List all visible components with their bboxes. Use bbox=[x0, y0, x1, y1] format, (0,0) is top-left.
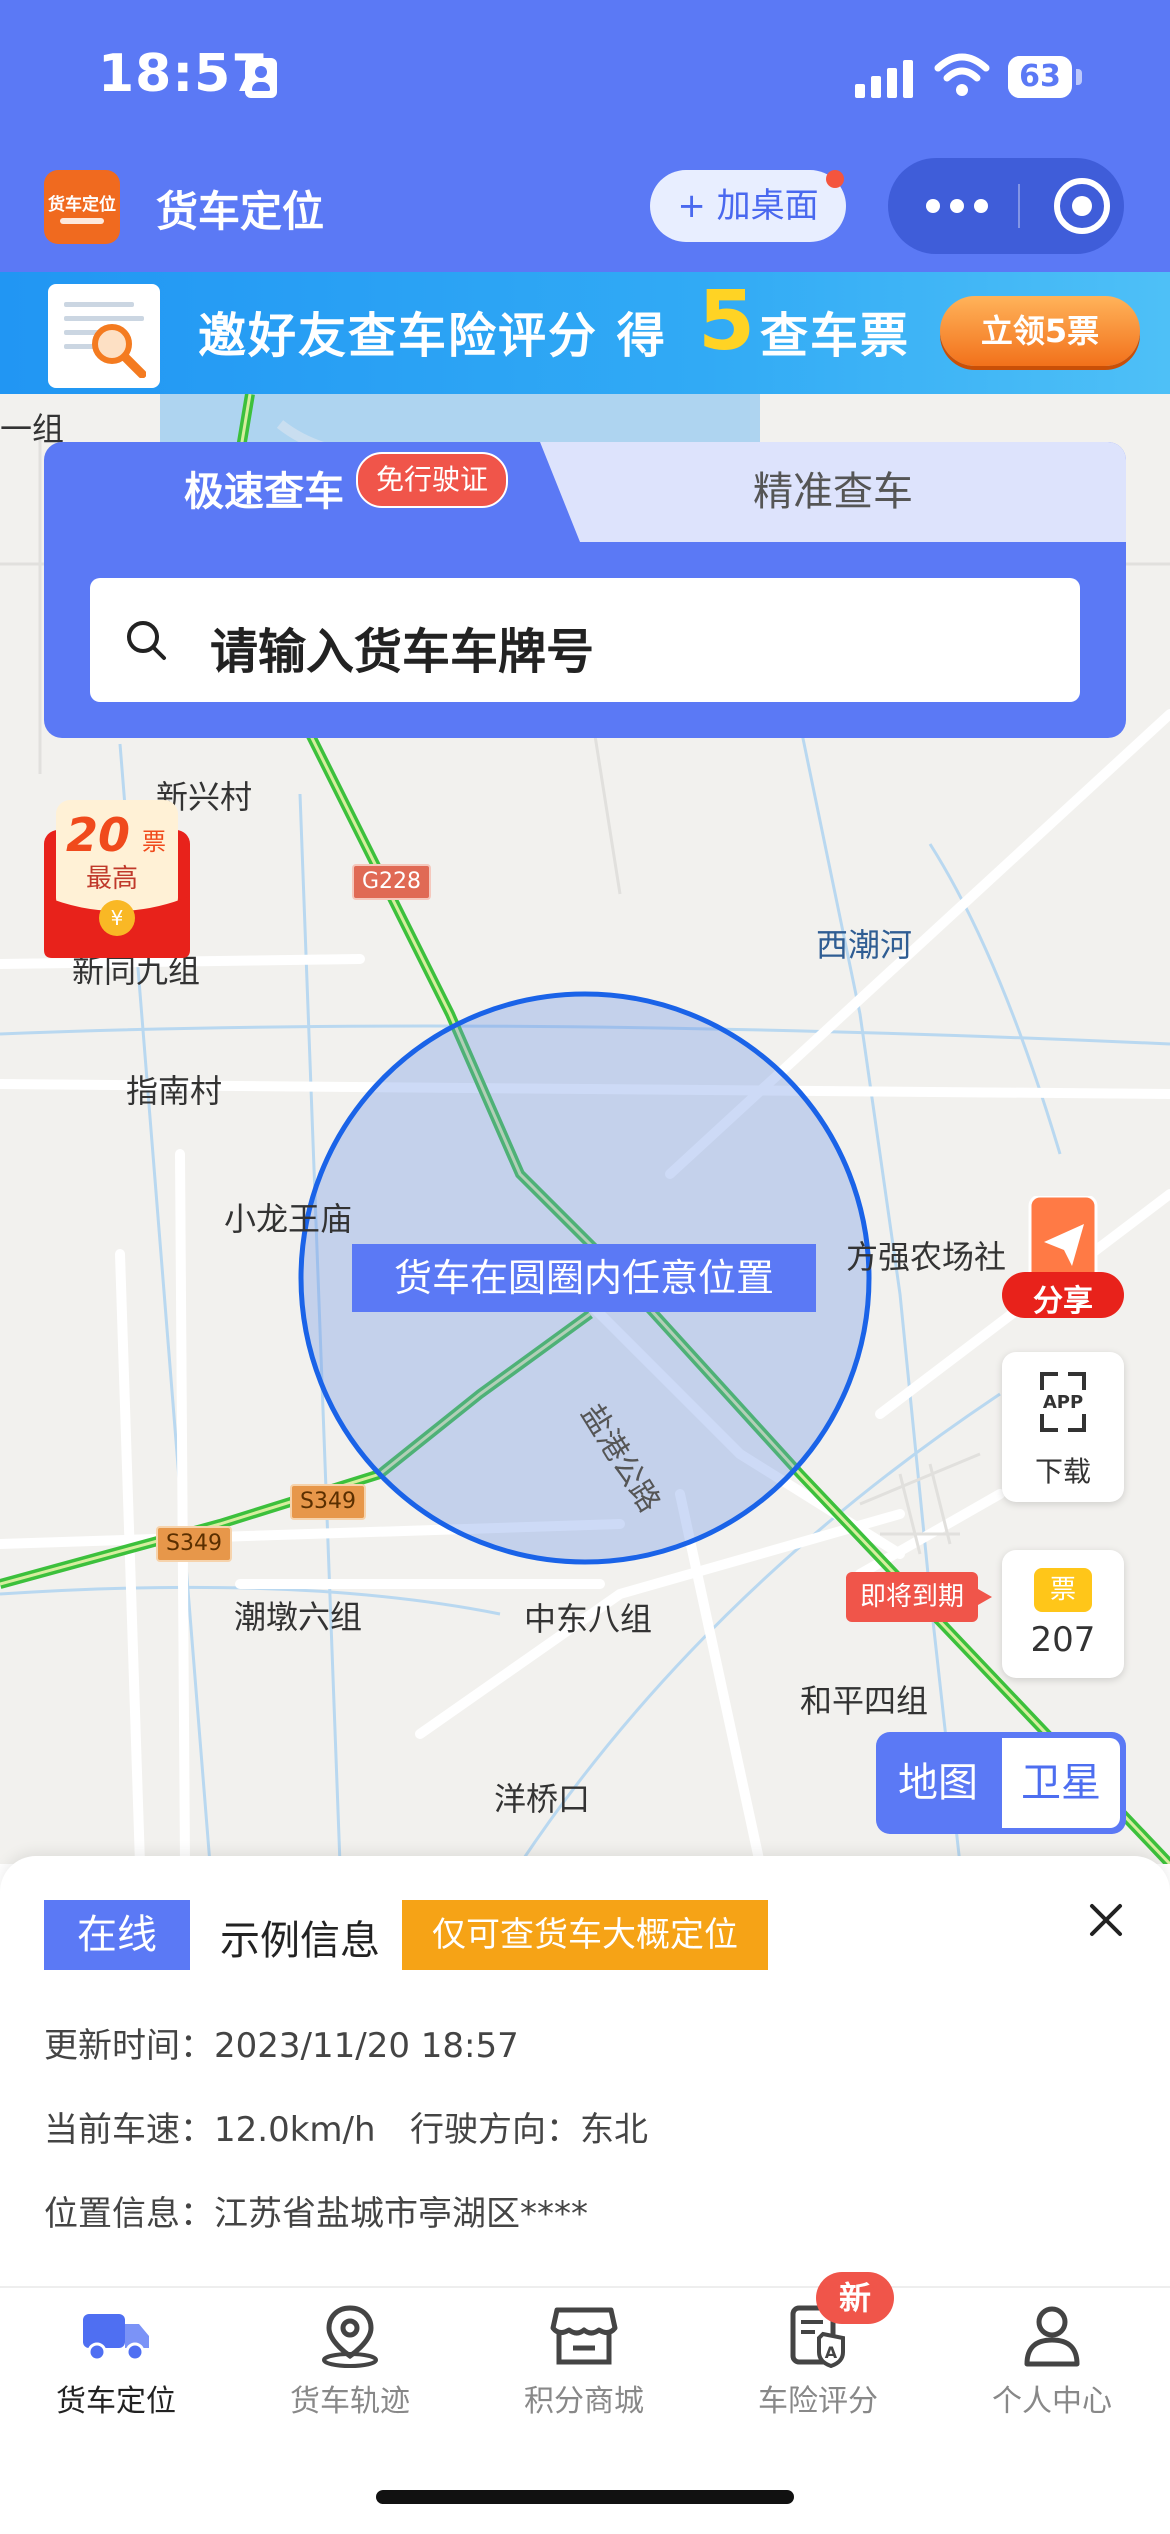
update-time: 更新时间：2023/11/20 18:57 bbox=[44, 2026, 519, 2066]
current-speed: 当前车速：12.0km/h bbox=[44, 2110, 376, 2150]
app-download-label: 下载 bbox=[1034, 1455, 1091, 1488]
banner-text-suffix: 查车票 bbox=[760, 308, 911, 364]
map-mode-button[interactable]: 地图 bbox=[876, 1732, 1000, 1834]
road-badge-s349: S349 bbox=[290, 1484, 366, 1520]
red-packet-caption: 最高 bbox=[86, 864, 139, 894]
app-title: 货车定位 bbox=[156, 187, 325, 236]
add-to-desktop-button[interactable]: + 加桌面 bbox=[650, 170, 846, 242]
red-packet-amount: 20 bbox=[66, 808, 131, 862]
no-license-badge: 免行驶证 bbox=[356, 452, 509, 508]
status-time: 18:57 bbox=[98, 44, 269, 104]
more-icon[interactable] bbox=[926, 196, 988, 216]
cellular-signal-icon bbox=[855, 58, 915, 98]
nav-item-points-mall[interactable]: 积分商城 bbox=[494, 2296, 674, 2426]
location-info: 位置信息：江苏省盐城市亭湖区**** bbox=[44, 2194, 588, 2234]
banner-text: 邀好友查车险评分 得 bbox=[198, 308, 667, 364]
wifi-icon bbox=[934, 53, 990, 96]
search-placeholder: 请输入货车车牌号 bbox=[210, 624, 595, 680]
app-logo: 货车定位 bbox=[44, 170, 120, 244]
svg-text:APP: APP bbox=[1043, 1392, 1083, 1413]
svg-text:¥: ¥ bbox=[111, 906, 124, 930]
driving-direction: 行驶方向：东北 bbox=[410, 2110, 648, 2150]
nav-item-truck-track[interactable]: 货车轨迹 bbox=[260, 2296, 440, 2426]
nav-label: 个人中心 bbox=[992, 2384, 1112, 2419]
ticket-icon: 票 bbox=[1034, 1568, 1092, 1612]
map-label: 和平四组 bbox=[800, 1682, 929, 1720]
share-button[interactable]: 分享 bbox=[1000, 1194, 1126, 1320]
map-label: 方强农场社 bbox=[846, 1238, 1007, 1276]
notification-dot bbox=[826, 170, 844, 188]
claim-tickets-button[interactable]: 立领5票 bbox=[940, 296, 1140, 366]
ticket-widget[interactable]: 票 207 bbox=[1002, 1550, 1124, 1678]
home-indicator bbox=[376, 2490, 794, 2504]
capsule-divider bbox=[1018, 184, 1020, 228]
nav-item-truck-location[interactable]: 货车定位 bbox=[26, 2296, 206, 2426]
share-label: 分享 bbox=[1033, 1284, 1093, 1319]
person-icon bbox=[245, 58, 277, 98]
example-label: 示例信息 bbox=[220, 1918, 380, 1964]
user-icon bbox=[1024, 2306, 1080, 2367]
map-label: 中东八组 bbox=[524, 1600, 653, 1638]
nav-label: 积分商城 bbox=[524, 2384, 644, 2419]
nav-label: 货车定位 bbox=[56, 2384, 176, 2419]
truck-icon bbox=[83, 2314, 149, 2362]
nav-label: 车险评分 bbox=[758, 2384, 878, 2419]
map-label: 西潮河 bbox=[816, 926, 913, 964]
map-label: 指南村 bbox=[126, 1072, 223, 1110]
location-pin-icon bbox=[322, 2305, 378, 2368]
expiring-tag: 即将到期 bbox=[846, 1572, 993, 1622]
circle-label: 货车在圆圈内任意位置 bbox=[352, 1244, 816, 1312]
map-label: 洋桥口 bbox=[494, 1780, 591, 1818]
map-type-toggle: 地图 卫星 bbox=[876, 1732, 1126, 1834]
red-packet-widget[interactable]: ¥ 20 票 最高 bbox=[44, 800, 190, 958]
app-download-icon: APP bbox=[1040, 1372, 1086, 1432]
nav-label: 货车轨迹 bbox=[290, 2384, 410, 2419]
satellite-mode-button[interactable]: 卫星 bbox=[1002, 1738, 1120, 1828]
search-icon bbox=[127, 621, 166, 660]
store-icon bbox=[550, 2307, 618, 2365]
close-miniprogram-icon[interactable] bbox=[1054, 178, 1110, 234]
road-badge-g228: G228 bbox=[352, 864, 432, 900]
nav-item-user-center[interactable]: 个人中心 bbox=[962, 2296, 1142, 2426]
battery-icon: 63 bbox=[1008, 56, 1082, 98]
svg-text:A: A bbox=[825, 2343, 838, 2362]
app-download-button[interactable]: APP 下载 bbox=[1002, 1352, 1124, 1502]
ticket-count: 207 bbox=[1030, 1620, 1096, 1660]
close-icon[interactable] bbox=[1086, 1900, 1126, 1940]
road-badge-s349: S349 bbox=[156, 1526, 232, 1562]
battery-level: 63 bbox=[1019, 59, 1061, 94]
new-badge: 新 bbox=[816, 2272, 894, 2324]
map-label: 潮墩六组 bbox=[234, 1598, 363, 1636]
red-packet-unit: 票 bbox=[142, 828, 166, 856]
approx-location-tag: 仅可查货车大概定位 bbox=[402, 1900, 768, 1970]
magnifier-icon bbox=[92, 324, 146, 378]
map-label: 小龙王庙 bbox=[224, 1200, 353, 1238]
status-badge: 在线 bbox=[44, 1900, 190, 1970]
banner-number: 5 bbox=[698, 274, 756, 369]
tab-precise-search[interactable]: 精准查车 bbox=[540, 442, 1126, 542]
